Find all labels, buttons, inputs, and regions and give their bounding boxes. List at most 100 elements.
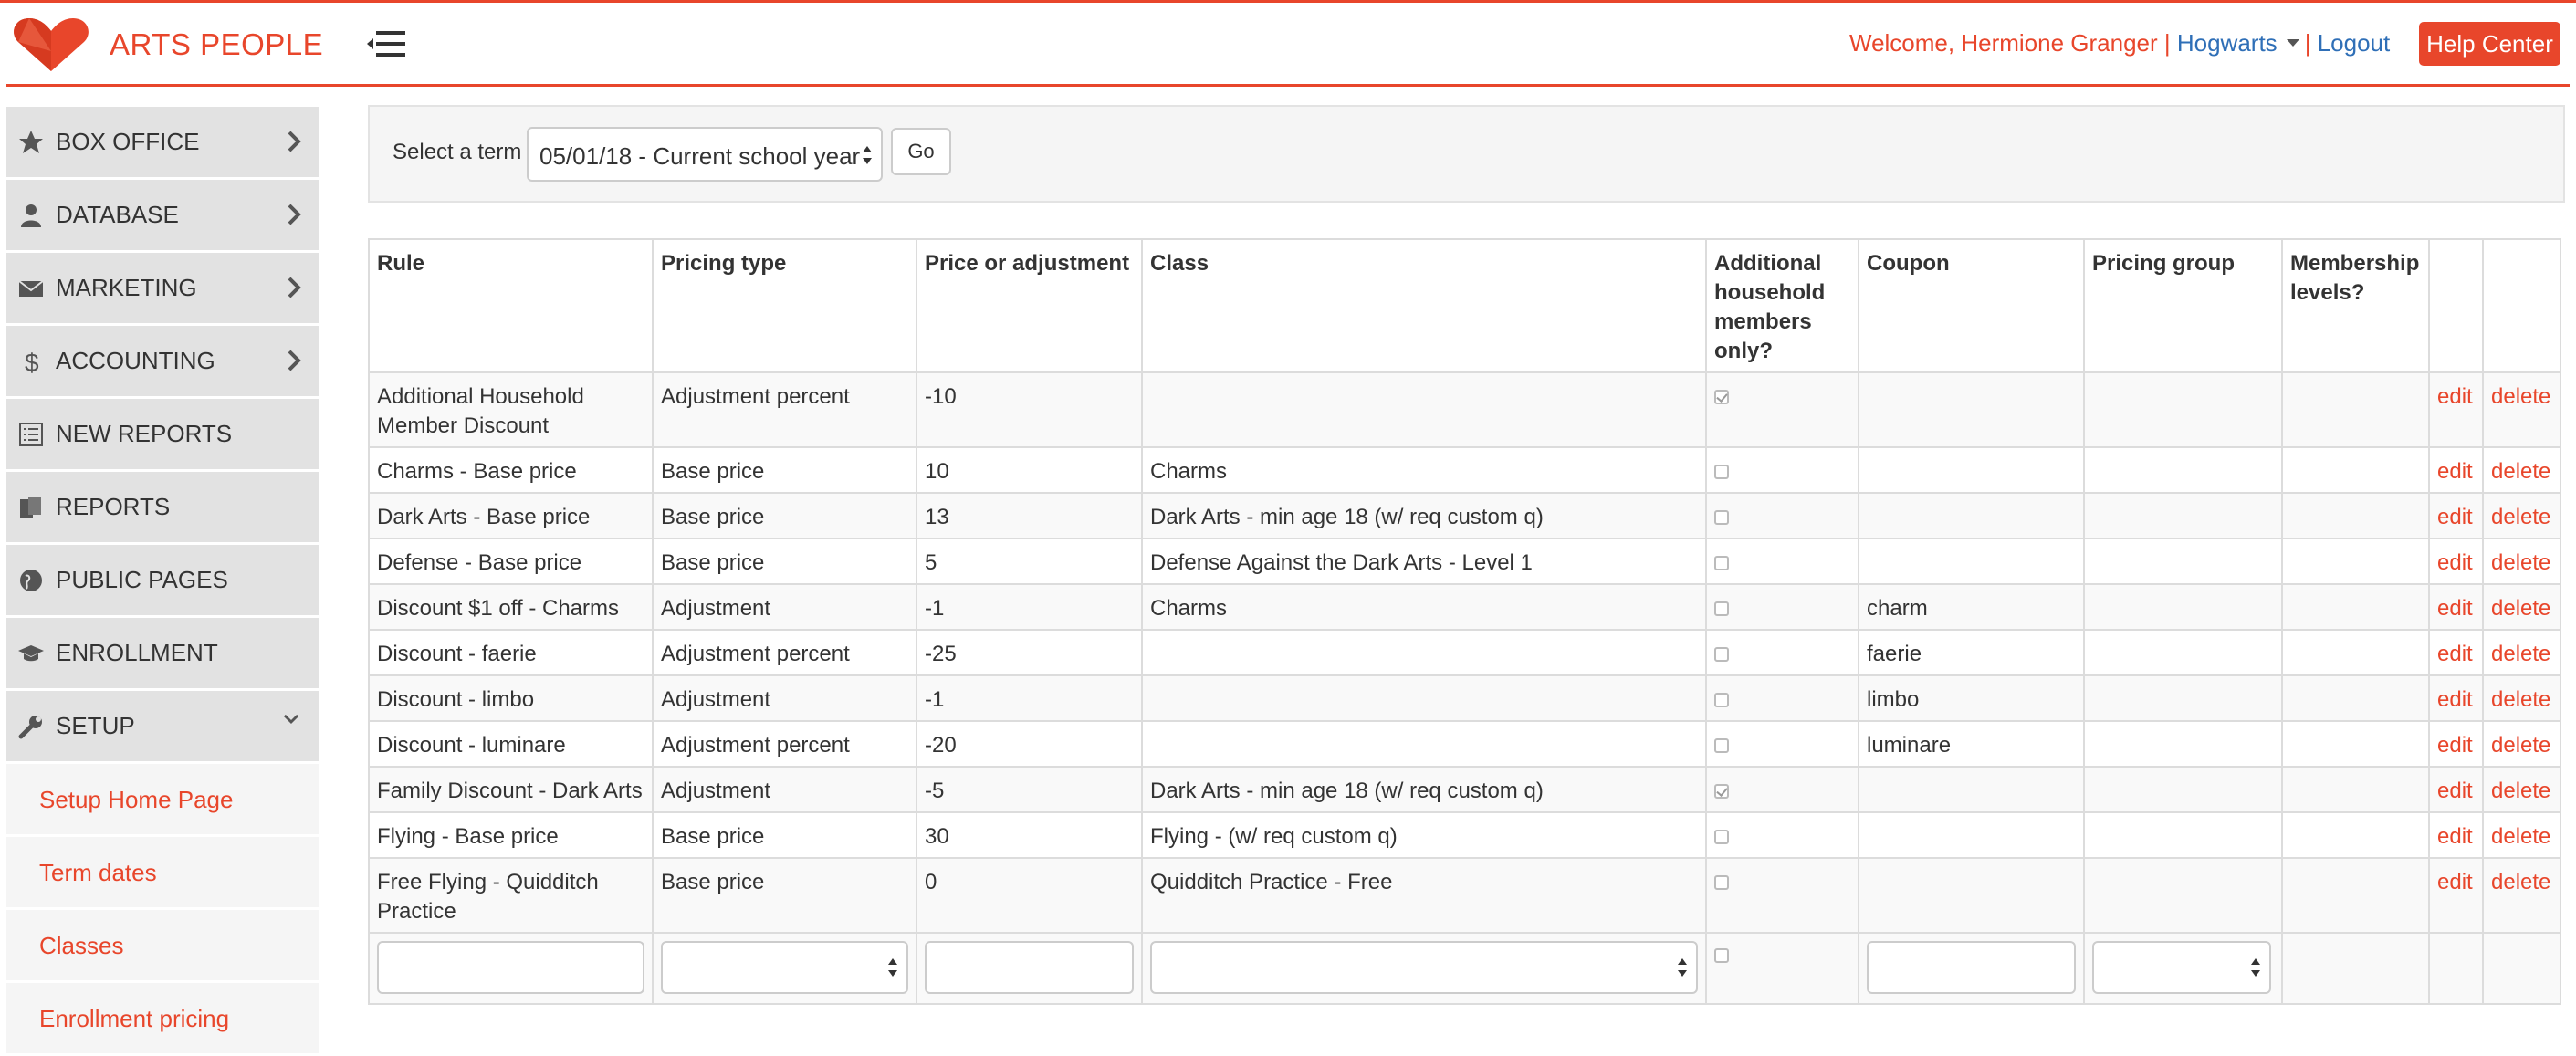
sidebar-item-label: ACCOUNTING (56, 347, 215, 374)
cell-price: -25 (916, 629, 1143, 676)
additional-checkbox[interactable] (1714, 465, 1729, 479)
sidebar-item-new-reports[interactable]: NEW REPORTS (6, 399, 319, 469)
delete-link[interactable]: delete (2482, 371, 2561, 448)
edit-link[interactable]: edit (2428, 857, 2484, 934)
new-class-select[interactable] (1150, 941, 1698, 994)
cell-coupon (1858, 538, 2085, 585)
delete-link[interactable]: delete (2482, 720, 2561, 768)
brand-name[interactable]: ARTS PEOPLE (110, 27, 323, 62)
column-header-pricing-type: Pricing type (652, 238, 917, 373)
sidebar-item-box-office[interactable]: BOX OFFICE (6, 107, 319, 177)
cell-price: 13 (916, 492, 1143, 539)
organization-dropdown[interactable]: Hogwarts (2177, 29, 2278, 57)
cell-additional (1705, 629, 1859, 676)
new-pricing-type-select[interactable] (661, 941, 908, 994)
cell-price: -20 (916, 720, 1143, 768)
help-center-button[interactable]: Help Center (2419, 22, 2560, 66)
additional-checkbox[interactable] (1714, 830, 1729, 844)
select-arrows-icon (863, 146, 872, 164)
sidebar-item-reports[interactable]: REPORTS (6, 472, 319, 542)
edit-link[interactable]: edit (2428, 371, 2484, 448)
cell-pricing-type: Adjustment percent (652, 371, 917, 448)
additional-checkbox[interactable] (1714, 601, 1729, 616)
new-coupon-input[interactable] (1867, 941, 2076, 994)
sidebar-subitem-enrollment-pricing[interactable]: Enrollment pricing (6, 983, 319, 1053)
sidebar-item-label: DATABASE (56, 201, 179, 228)
new-rule-input[interactable] (377, 941, 644, 994)
sidebar-subitem-term-dates[interactable]: Term dates (6, 837, 319, 907)
edit-link[interactable]: edit (2428, 629, 2484, 676)
additional-checkbox[interactable] (1714, 693, 1729, 707)
cell-price: -1 (916, 674, 1143, 722)
cell-pricing-group (2083, 583, 2283, 631)
cell-additional (1705, 446, 1859, 494)
new-additional-checkbox[interactable] (1714, 948, 1729, 963)
sidebar-item-public-pages[interactable]: PUBLIC PAGES (6, 545, 319, 615)
edit-link[interactable]: edit (2428, 674, 2484, 722)
additional-checkbox[interactable] (1714, 647, 1729, 662)
caret-down-icon[interactable] (2286, 39, 2299, 47)
term-filter-label: Select a term (393, 140, 522, 164)
edit-link[interactable]: edit (2428, 446, 2484, 494)
heart-logo-icon[interactable] (11, 15, 91, 75)
select-arrows-icon (1678, 958, 1687, 977)
cell-coupon: limbo (1858, 674, 2085, 722)
cell-membership (2281, 720, 2430, 768)
delete-link[interactable]: delete (2482, 538, 2561, 585)
cell-pricing-type: Base price (652, 446, 917, 494)
edit-link[interactable]: edit (2428, 583, 2484, 631)
sidebar-subitem-classes[interactable]: Classes (6, 910, 319, 980)
additional-checkbox[interactable] (1714, 875, 1729, 890)
select-arrows-icon (2251, 958, 2260, 977)
logout-link[interactable]: Logout (2318, 29, 2391, 57)
table-row: Charms - Base price Base price 10 Charms edi… (368, 446, 2561, 494)
table-row: Family Discount - Dark Arts Adjustment -5 D… (368, 766, 2561, 813)
sidebar-item-enrollment[interactable]: ENROLLMENT (6, 618, 319, 688)
delete-link[interactable]: delete (2482, 583, 2561, 631)
delete-link[interactable]: delete (2482, 766, 2561, 813)
additional-checkbox[interactable] (1714, 556, 1729, 570)
cell-class: Charms (1141, 583, 1707, 631)
edit-link[interactable]: edit (2428, 538, 2484, 585)
cell-coupon (1858, 371, 2085, 448)
cell-rule: Discount $1 off - Charms (368, 583, 654, 631)
additional-checkbox[interactable] (1714, 390, 1729, 404)
envelope-icon (18, 280, 44, 297)
additional-checkbox[interactable] (1714, 784, 1729, 799)
edit-link[interactable]: edit (2428, 492, 2484, 539)
menu-toggle-icon[interactable] (365, 27, 407, 60)
delete-link[interactable]: delete (2482, 811, 2561, 859)
chevron-right-icon (288, 350, 301, 371)
edit-link[interactable]: edit (2428, 720, 2484, 768)
sidebar-item-label: NEW REPORTS (56, 420, 233, 447)
cell-pricing-type: Adjustment (652, 674, 917, 722)
delete-link[interactable]: delete (2482, 857, 2561, 934)
cell-class: Dark Arts - min age 18 (w/ req custom q) (1141, 492, 1707, 539)
term-select[interactable]: 05/01/18 - Current school year (527, 127, 883, 182)
chevron-down-icon (283, 714, 299, 725)
cell-membership (2281, 538, 2430, 585)
new-price-input[interactable] (925, 941, 1134, 994)
sidebar-item-marketing[interactable]: MARKETING (6, 253, 319, 323)
sidebar-item-setup[interactable]: SETUP (6, 691, 319, 761)
cell-pricing-group (2083, 371, 2283, 448)
go-button[interactable]: Go (891, 128, 951, 175)
delete-link[interactable]: delete (2482, 446, 2561, 494)
delete-link[interactable]: delete (2482, 674, 2561, 722)
edit-link[interactable]: edit (2428, 811, 2484, 859)
edit-link[interactable]: edit (2428, 766, 2484, 813)
cell-rule: Dark Arts - Base price (368, 492, 654, 539)
additional-checkbox[interactable] (1714, 510, 1729, 525)
cell-membership (2281, 446, 2430, 494)
additional-checkbox[interactable] (1714, 738, 1729, 753)
delete-link[interactable]: delete (2482, 629, 2561, 676)
sidebar-item-database[interactable]: DATABASE (6, 180, 319, 250)
cell-pricing-type: Base price (652, 857, 917, 934)
new-pricing-group-select[interactable] (2092, 941, 2271, 994)
documents-icon (20, 497, 41, 518)
sidebar-item-accounting[interactable]: $ ACCOUNTING (6, 326, 319, 396)
cell-pricing-type: Adjustment (652, 766, 917, 813)
cell-pricing-type: Base price (652, 538, 917, 585)
sidebar-subitem-setup-home[interactable]: Setup Home Page (6, 764, 319, 834)
delete-link[interactable]: delete (2482, 492, 2561, 539)
